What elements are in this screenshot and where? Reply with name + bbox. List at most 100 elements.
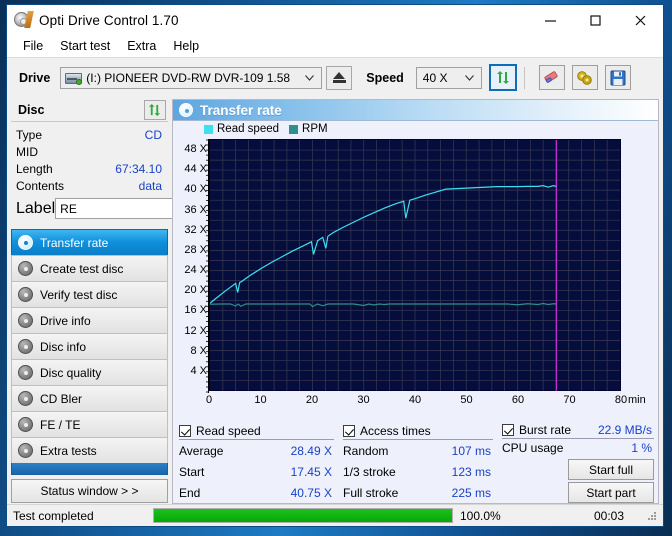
chart-x-axis-labels: 0 10 20 30 40 50 60 70 80 [205,393,659,409]
read-speed-end-row: End 40.75 X [179,482,334,503]
eject-button[interactable] [326,65,353,90]
content-panel: Transfer rate Read speed RPM 4 X 8 X 12 X 1… [172,99,659,504]
status-bar: Test completed 100.0% 00:03 [7,504,663,526]
chart-x-tick: 20 [305,394,319,406]
sidebar-item-disc-info[interactable]: Disc info [11,333,168,359]
sidebar-item-label: Create test disc [40,261,124,276]
access-times-checkbox[interactable] [343,425,355,438]
drive-select-value: (I:) PIONEER DVD-RW DVR-109 1.58 [86,70,291,85]
disc-field-length-label: Length [16,161,53,176]
chart-y-tick: 12 X [184,324,207,337]
results-read-speed: Read speed Average 28.49 X Start 17.45 X… [179,423,334,503]
burst-rate-checkbox[interactable] [502,424,514,437]
chart-y-tick: 20 X [184,284,207,297]
disc-field-mid: MID [16,143,166,160]
disc-field-type-label: Type [16,127,43,142]
disc-icon [18,365,33,380]
access-times-header-label: Access times [360,424,431,439]
read-speed-average-value: 28.49 X [290,443,332,458]
resize-grip[interactable] [646,509,660,523]
access-full-stroke-row: Full stroke 225 ms [343,482,493,503]
chart-y-tick: 28 X [184,243,207,256]
speed-select[interactable]: 40 X [415,66,482,89]
results-burst-rate: Burst rate 22.9 MB/s CPU usage 1 % Start… [502,423,654,503]
disc-panel-title: Disc [18,103,45,117]
disc-field-type: Type CD [16,126,166,143]
read-speed-start-label: Start [179,464,205,479]
close-icon[interactable] [618,5,663,35]
sidebar-item-label: Disc info [40,339,87,354]
disc-refresh-button[interactable] [144,100,166,120]
menu-item-file[interactable]: File [15,37,52,55]
sidebar-item-verify-test-disc[interactable]: Verify test disc [11,281,168,307]
progress-bar-fill [154,509,452,522]
toolbar-separator [523,66,525,89]
chart-plot-area [209,139,621,391]
read-speed-header-label: Read speed [196,424,261,439]
read-speed-average-row: Average 28.49 X [179,440,334,461]
access-times-header: Access times [343,423,493,441]
disc-fields: Type CD MID Length 67:34.10 Contents dat… [11,122,242,220]
start-part-button[interactable]: Start part [568,482,654,503]
status-window-button[interactable]: Status window > > [11,479,168,503]
progress-bar-track [153,508,453,523]
burst-rate-header: Burst rate 22.9 MB/s [502,423,654,439]
chart-x-tick: 40 [408,394,422,406]
disc-field-length-value: 67:34.10 [115,161,162,176]
save-button[interactable] [604,65,631,90]
sidebar-item-drive-info[interactable]: Drive info [11,307,168,333]
disc-icon [18,287,33,302]
speed-select-value: 40 X [422,70,448,85]
sidebar-item-label: CD Bler [40,391,83,406]
read-speed-start-row: Start 17.45 X [179,461,334,482]
disc-icon [18,339,33,354]
sidebar-item-extra-tests[interactable]: Extra tests [11,437,168,463]
sidebar-item-label: Verify test disc [40,287,118,302]
menu-item-start-test[interactable]: Start test [52,37,119,55]
maximize-icon[interactable] [573,5,618,35]
drive-select[interactable]: (I:) PIONEER DVD-RW DVR-109 1.58 [60,66,323,89]
progress-percent-label: 100.0% [460,508,501,523]
chart-y-axis-labels: 4 X 8 X 12 X 16 X 20 X 24 X 28 X 32 X 36 X 40 X 44… [173,139,207,391]
start-full-button[interactable]: Start full [568,459,654,481]
panel-header: Transfer rate [173,100,658,121]
sidebar-item-fe-te[interactable]: FE / TE [11,411,168,437]
disc-icon [18,235,33,250]
app-disc-icon [14,11,34,29]
refresh-button[interactable] [488,64,517,91]
minimize-icon[interactable] [528,5,573,35]
read-speed-checkbox[interactable] [179,425,191,438]
access-third-stroke-row: 1/3 stroke 123 ms [343,461,493,482]
erase-button[interactable] [538,65,565,90]
sidebar-item-label: Extra tests [40,443,97,458]
chart-y-tick: 36 X [184,203,207,216]
access-third-stroke-value: 123 ms [451,464,491,479]
access-random-row: Random 107 ms [343,440,493,461]
nav-list: Transfer rate Create test disc Verify te… [11,229,168,503]
chart-x-tick: 50 [460,394,473,406]
chart-y-tick: 16 X [184,304,207,317]
sidebar-item-disc-quality[interactable]: Disc quality [11,359,168,385]
sidebar-item-cd-bler[interactable]: CD Bler [11,385,168,411]
sidebar-item-label: Transfer rate [40,235,109,250]
read-speed-header: Read speed [179,423,334,441]
sidebar-item-create-test-disc[interactable]: Create test disc [11,255,168,281]
chart-x-tick: 0 [205,394,213,406]
disc-icon [18,261,33,276]
menu-item-extra[interactable]: Extra [119,37,165,55]
read-speed-start-value: 17.45 X [290,464,332,479]
sidebar-item-transfer-rate[interactable]: Transfer rate [11,229,168,255]
left-sidebar: Disc Type CD MID Length 67:34.10 Content… [7,97,242,504]
sidebar-item-label: Drive info [40,313,91,328]
disc-icon [18,417,33,432]
menu-item-help[interactable]: Help [165,37,208,55]
transfer-rate-chart: Read speed RPM 4 X 8 X 12 X 16 X 20 X 24 X 28 … [173,121,658,417]
chart-y-tick: 4 X [190,364,207,377]
disc-panel-header: Disc [11,99,168,122]
read-speed-average-label: Average [179,443,224,458]
settings-button[interactable] [571,65,598,90]
cpu-usage-row: CPU usage 1 % [502,439,654,458]
window-title: Opti Drive Control 1.70 [39,12,179,28]
main-body: Disc Type CD MID Length 67:34.10 Content… [7,97,663,504]
chart-series-svg [210,140,620,391]
